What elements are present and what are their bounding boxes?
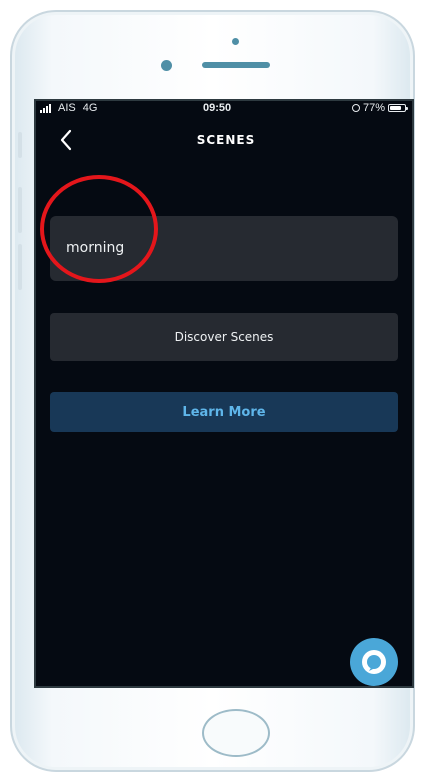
carrier-name: AIS	[58, 102, 76, 114]
rotation-lock-icon	[351, 104, 360, 112]
carrier-label: AIS 4G	[58, 102, 97, 114]
home-button[interactable]	[202, 709, 270, 757]
page-title: SCENES	[196, 133, 256, 147]
earpiece-speaker	[202, 62, 270, 68]
network-type: 4G	[82, 102, 98, 114]
navigation-bar: SCENES	[36, 119, 412, 159]
alexa-icon	[362, 650, 386, 674]
front-camera	[161, 60, 172, 71]
volume-down-button	[18, 244, 22, 290]
status-right: 77%	[351, 102, 408, 114]
mute-switch	[18, 132, 22, 158]
volume-up-button	[18, 187, 22, 233]
status-time: 09:50	[203, 102, 232, 114]
battery-icon	[388, 104, 408, 112]
alexa-button[interactable]	[350, 638, 398, 686]
app-screen: AIS 4G 09:50 77% SCENES morning Discover…	[34, 99, 414, 688]
battery-percent: 77%	[362, 102, 385, 114]
status-bar: AIS 4G 09:50 77%	[36, 101, 412, 117]
proximity-sensor	[232, 38, 239, 45]
scene-item-morning[interactable]: morning	[50, 216, 398, 281]
learn-more-button[interactable]: Learn More	[50, 392, 398, 432]
scene-name: morning	[66, 240, 125, 256]
discover-scenes-button[interactable]: Discover Scenes	[50, 313, 398, 361]
signal-icon	[40, 104, 51, 113]
